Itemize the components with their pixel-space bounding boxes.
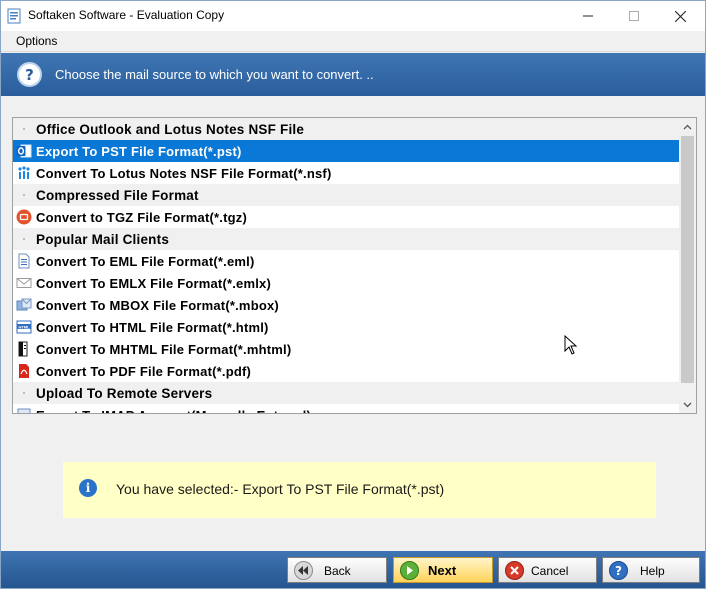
chevron-down-icon: [683, 402, 692, 407]
maximize-button[interactable]: [611, 1, 657, 31]
list-item[interactable]: HTML Convert To HTML File Format(*.html): [13, 316, 679, 338]
scroll-up-button[interactable]: [679, 118, 696, 135]
minimize-button[interactable]: [565, 1, 611, 31]
window-title: Softaken Software - Evaluation Copy: [28, 8, 225, 22]
mouse-cursor-icon: [564, 335, 578, 355]
html-icon: HTML: [15, 319, 32, 335]
bullet-icon: [15, 187, 32, 203]
back-button-label: Back: [324, 564, 351, 578]
list-item[interactable]: Convert To Lotus Notes NSF File Format(*…: [13, 162, 679, 184]
scroll-thumb[interactable]: [681, 136, 694, 383]
item-label: Export To PST File Format(*.pst): [36, 144, 242, 159]
pdf-icon: [15, 363, 32, 379]
question-icon: ?: [17, 62, 42, 87]
selection-info-text: You have selected:- Export To PST File F…: [116, 481, 445, 497]
info-icon: i: [79, 479, 97, 497]
list-group-header: Upload To Remote Servers: [13, 382, 679, 404]
list-item[interactable]: Convert To PDF File Format(*.pdf): [13, 360, 679, 382]
close-icon: [674, 10, 686, 22]
list-item[interactable]: Convert To MHTML File Format(*.mhtml): [13, 338, 679, 360]
list-group-header: Popular Mail Clients: [13, 228, 679, 250]
item-label: Convert To HTML File Format(*.html): [36, 320, 269, 335]
group-label: Upload To Remote Servers: [36, 386, 213, 401]
minimize-icon: [583, 15, 593, 17]
cancel-button[interactable]: Cancel: [498, 557, 597, 583]
list-group-header: Office Outlook and Lotus Notes NSF File: [13, 118, 679, 140]
maximize-icon: [629, 11, 639, 21]
next-button[interactable]: Next: [393, 557, 493, 583]
format-list-items: Office Outlook and Lotus Notes NSF File E…: [13, 118, 679, 413]
item-label: Convert to TGZ File Format(*.tgz): [36, 210, 247, 225]
mbox-icon: [15, 297, 32, 313]
bullet-icon: [15, 121, 32, 137]
scroll-down-button[interactable]: [679, 396, 696, 413]
back-button[interactable]: Back: [287, 557, 387, 583]
list-item[interactable]: Convert To MBOX File Format(*.mbox): [13, 294, 679, 316]
bullet-icon: [15, 231, 32, 247]
item-label: Convert To PDF File Format(*.pdf): [36, 364, 252, 379]
next-arrow-icon: [400, 561, 419, 580]
tgz-icon: [15, 209, 32, 225]
next-button-label: Next: [428, 563, 457, 578]
bullet-icon: [15, 385, 32, 401]
list-item[interactable]: Export To PST File Format(*.pst): [13, 140, 679, 162]
list-item[interactable]: Export To IMAP Account(Manually Entered): [13, 404, 679, 413]
group-label: Compressed File Format: [36, 188, 199, 203]
item-label: Convert To Lotus Notes NSF File Format(*…: [36, 166, 332, 181]
eml-file-icon: [15, 253, 32, 269]
item-label: Convert To EMLX File Format(*.emlx): [36, 276, 272, 291]
chevron-up-icon: [683, 124, 692, 129]
list-group-header: Compressed File Format: [13, 184, 679, 206]
outlook-icon: [15, 143, 32, 159]
item-label: Convert To MBOX File Format(*.mbox): [36, 298, 279, 313]
list-item[interactable]: Convert To EMLX File Format(*.emlx): [13, 272, 679, 294]
selection-info-box: i You have selected:- Export To PST File…: [63, 462, 656, 518]
list-item[interactable]: Convert To EML File Format(*.eml): [13, 250, 679, 272]
list-item[interactable]: Convert to TGZ File Format(*.tgz): [13, 206, 679, 228]
help-icon: ?: [609, 561, 628, 580]
title-bar[interactable]: Softaken Software - Evaluation Copy: [1, 1, 705, 31]
item-label: Convert To MHTML File Format(*.mhtml): [36, 342, 292, 357]
help-button[interactable]: ? Help: [602, 557, 700, 583]
cancel-button-label: Cancel: [531, 564, 569, 578]
svg-text:HTML: HTML: [18, 324, 30, 329]
app-icon: [7, 8, 21, 24]
server-icon: [15, 407, 32, 413]
item-label: Convert To EML File Format(*.eml): [36, 254, 255, 269]
header-banner: ? Choose the mail source to which you wa…: [1, 53, 705, 96]
cancel-icon: [505, 561, 524, 580]
mhtml-icon: [15, 341, 32, 357]
menu-options[interactable]: Options: [16, 34, 57, 48]
item-label: Export To IMAP Account(Manually Entered): [36, 408, 311, 413]
menu-bar: Options: [1, 31, 705, 52]
group-label: Office Outlook and Lotus Notes NSF File: [36, 122, 305, 137]
main-window: Softaken Software - Evaluation Copy Opti…: [0, 0, 706, 589]
banner-text: Choose the mail source to which you want…: [55, 67, 374, 82]
lotus-notes-icon: [15, 165, 32, 181]
help-button-label: Help: [640, 564, 665, 578]
envelope-icon: [15, 275, 32, 291]
format-list[interactable]: Office Outlook and Lotus Notes NSF File E…: [12, 117, 697, 414]
group-label: Popular Mail Clients: [36, 232, 170, 247]
back-arrow-icon: [294, 561, 313, 580]
close-button[interactable]: [657, 1, 703, 31]
list-scrollbar[interactable]: [679, 118, 696, 413]
